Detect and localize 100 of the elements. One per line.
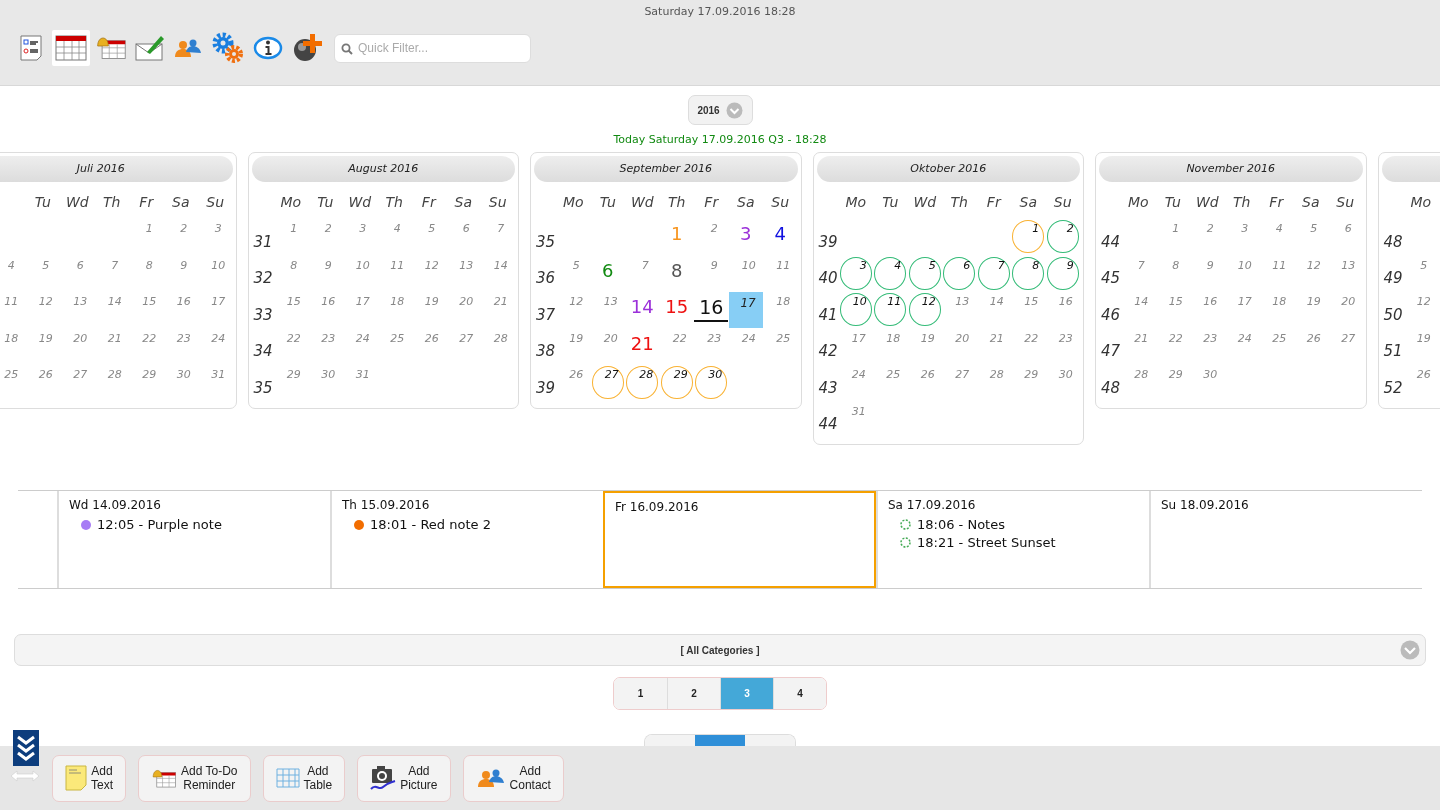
- calendar-day[interactable]: 8: [139, 255, 153, 292]
- calendar-day[interactable]: 26: [1410, 365, 1431, 402]
- calendar-day[interactable]: 2: [1200, 219, 1214, 256]
- page-button[interactable]: 3: [720, 678, 773, 709]
- calendar-day[interactable]: 2: [174, 219, 188, 256]
- add-button[interactable]: Add Contact: [462, 754, 564, 802]
- calendar-day[interactable]: 24: [205, 328, 226, 365]
- calendar-day[interactable]: 30: [315, 365, 336, 402]
- calendar-day[interactable]: 5: [1304, 219, 1318, 256]
- calendar-day[interactable]: 10: [349, 255, 370, 292]
- calendar-day[interactable]: 21: [983, 328, 1004, 365]
- calendar-day[interactable]: 29: [280, 365, 301, 402]
- calendar-day[interactable]: 12: [1300, 255, 1321, 292]
- day-column[interactable]: Sa 17.09.2016 18:06 - Notes 18:21 - Street Sunset: [876, 491, 1149, 588]
- calendar-day[interactable]: 8: [671, 255, 683, 292]
- category-dropdown[interactable]: [ All Categories ]: [14, 634, 1426, 666]
- add-button[interactable]: Add To-Do Reminder: [138, 754, 251, 802]
- calendar-day[interactable]: 7: [491, 219, 505, 256]
- calendar-day[interactable]: 20: [67, 328, 88, 365]
- calendar-day[interactable]: 21: [101, 328, 122, 365]
- calendar-day[interactable]: 31: [845, 401, 866, 438]
- calendar-day[interactable]: 28: [1128, 365, 1149, 402]
- calendar-day[interactable]: 12: [563, 292, 584, 329]
- calendar-day[interactable]: 31: [349, 365, 370, 402]
- calendar-day[interactable]: 4: [774, 219, 786, 256]
- calendar-day[interactable]: 24: [1231, 328, 1252, 365]
- search-field[interactable]: Quick Filter...: [334, 33, 531, 63]
- calendar-day[interactable]: 22: [1018, 328, 1039, 365]
- calendar-day[interactable]: 14: [630, 292, 654, 329]
- calendar-day[interactable]: 12: [32, 292, 53, 329]
- calendar-day[interactable]: 29: [136, 365, 157, 402]
- calendar-day[interactable]: 9: [1200, 255, 1214, 292]
- calendar-day[interactable]: 11: [384, 255, 405, 292]
- calendar-day[interactable]: 23: [701, 328, 722, 365]
- calendar-day[interactable]: 23: [170, 328, 191, 365]
- calendar-day[interactable]: 17: [728, 292, 763, 328]
- calendar-day[interactable]: 11: [1266, 255, 1287, 292]
- toolbar-button[interactable]: [52, 30, 90, 66]
- collapse-icon[interactable]: [13, 730, 39, 766]
- calendar-day[interactable]: 17: [205, 292, 226, 329]
- calendar-day[interactable]: 31: [205, 365, 226, 402]
- calendar-day[interactable]: 15: [1162, 292, 1183, 329]
- calendar-day[interactable]: 19: [1410, 328, 1431, 365]
- calendar-day[interactable]: 13: [67, 292, 88, 329]
- calendar-day[interactable]: 20: [949, 328, 970, 365]
- calendar-entry[interactable]: 18:21 - Street Sunset: [888, 535, 1056, 550]
- calendar-day[interactable]: 23: [315, 328, 336, 365]
- calendar-day[interactable]: 26: [32, 365, 53, 402]
- calendar-day[interactable]: 9: [704, 255, 718, 292]
- day-column[interactable]: Wd 14.09.2016 12:05 - Purple note: [57, 491, 330, 588]
- calendar-day[interactable]: 25: [1266, 328, 1287, 365]
- calendar-day[interactable]: 24: [845, 365, 866, 402]
- calendar-day[interactable]: 3: [353, 219, 367, 256]
- calendar-entry[interactable]: 18:06 - Notes: [888, 517, 1005, 532]
- calendar-day[interactable]: 22: [280, 328, 301, 365]
- calendar-day[interactable]: 27: [67, 365, 88, 402]
- add-button[interactable]: Add Text: [52, 754, 126, 802]
- calendar-entry[interactable]: 12:05 - Purple note: [69, 517, 222, 532]
- calendar-day[interactable]: 10: [205, 255, 226, 292]
- calendar-day[interactable]: 13: [1335, 255, 1356, 292]
- calendar-day[interactable]: 14: [983, 292, 1004, 329]
- calendar-day[interactable]: 5: [422, 219, 436, 256]
- calendar-day[interactable]: 28: [983, 365, 1004, 402]
- page-button[interactable]: 4: [773, 678, 826, 709]
- calendar-day[interactable]: 22: [1162, 328, 1183, 365]
- calendar-day[interactable]: 12: [418, 255, 439, 292]
- calendar-day[interactable]: 10: [735, 255, 756, 292]
- calendar-day[interactable]: 2: [704, 219, 718, 256]
- calendar-day[interactable]: 7: [105, 255, 119, 292]
- calendar-day[interactable]: 21: [487, 292, 508, 329]
- calendar-day[interactable]: 17: [349, 292, 370, 329]
- calendar-day[interactable]: 23: [1052, 328, 1073, 365]
- calendar-day[interactable]: 15: [1018, 292, 1039, 329]
- calendar-day[interactable]: 26: [563, 365, 584, 402]
- calendar-day[interactable]: 14: [101, 292, 122, 329]
- day-column[interactable]: Th 15.09.2016 18:01 - Red note 2: [330, 491, 603, 588]
- calendar-day[interactable]: 2: [318, 219, 332, 256]
- calendar-day[interactable]: 9: [174, 255, 188, 292]
- calendar-day[interactable]: 6: [456, 219, 470, 256]
- calendar-day[interactable]: 24: [735, 328, 756, 365]
- calendar-day[interactable]: 24: [349, 328, 370, 365]
- calendar-day[interactable]: 3: [740, 219, 752, 256]
- calendar-day[interactable]: 18: [1266, 292, 1287, 329]
- calendar-day[interactable]: 29: [1162, 365, 1183, 402]
- calendar-day[interactable]: 14: [1128, 292, 1149, 329]
- calendar-day[interactable]: 6: [70, 255, 84, 292]
- year-dropdown[interactable]: 2016: [687, 95, 753, 125]
- page-button[interactable]: 2: [667, 678, 720, 709]
- calendar-day[interactable]: 25: [770, 328, 791, 365]
- calendar-day[interactable]: 3: [208, 219, 222, 256]
- calendar-day[interactable]: 27: [1335, 328, 1356, 365]
- calendar-day[interactable]: 7: [1131, 255, 1145, 292]
- calendar-day[interactable]: 19: [418, 292, 439, 329]
- day-column[interactable]: Su 18.09.2016: [1149, 491, 1422, 588]
- calendar-day[interactable]: 8: [284, 255, 298, 292]
- calendar-day[interactable]: 13: [453, 255, 474, 292]
- calendar-day[interactable]: 21: [1128, 328, 1149, 365]
- calendar-day[interactable]: 25: [0, 365, 19, 402]
- calendar-entry[interactable]: 18:01 - Red note 2: [342, 517, 491, 532]
- calendar-day[interactable]: 21: [630, 328, 654, 365]
